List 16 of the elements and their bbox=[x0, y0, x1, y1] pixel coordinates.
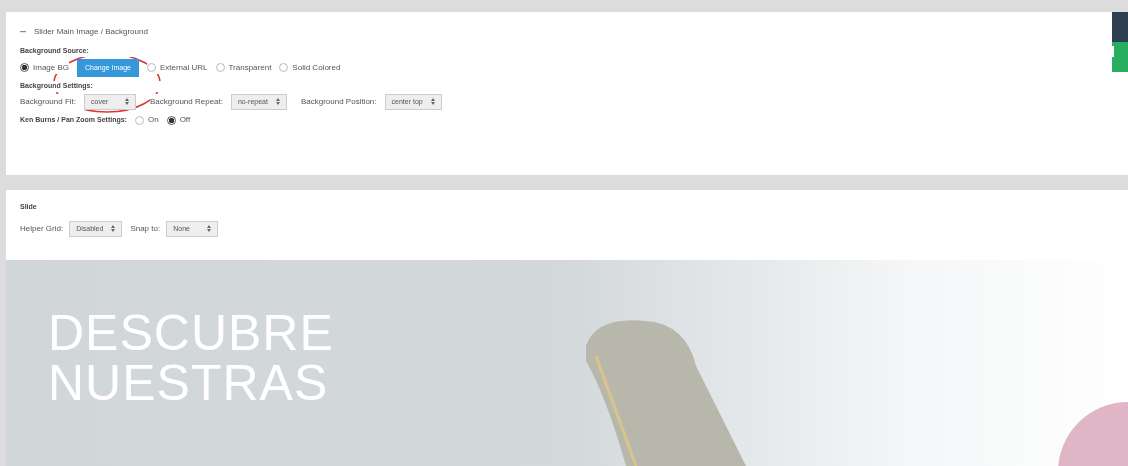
radio-button[interactable] bbox=[146, 63, 156, 73]
updown-arrow-icon bbox=[430, 98, 435, 106]
radio-button[interactable] bbox=[166, 115, 176, 125]
radio-button[interactable] bbox=[279, 63, 289, 73]
side-button[interactable] bbox=[1112, 42, 1128, 72]
minus-icon[interactable] bbox=[20, 31, 26, 33]
radio-button[interactable] bbox=[20, 63, 29, 73]
updown-arrow-icon bbox=[207, 225, 212, 233]
field-label: Snap to: bbox=[130, 222, 161, 235]
panel-title: Slider Main Image / Background bbox=[34, 26, 148, 38]
updown-arrow-icon bbox=[111, 225, 116, 233]
field-label: Helper Grid: bbox=[20, 222, 64, 235]
radio-button[interactable] bbox=[134, 115, 144, 125]
radio-button[interactable] bbox=[215, 63, 225, 73]
updown-arrow-icon bbox=[275, 98, 280, 106]
updown-arrow-icon bbox=[125, 98, 130, 106]
